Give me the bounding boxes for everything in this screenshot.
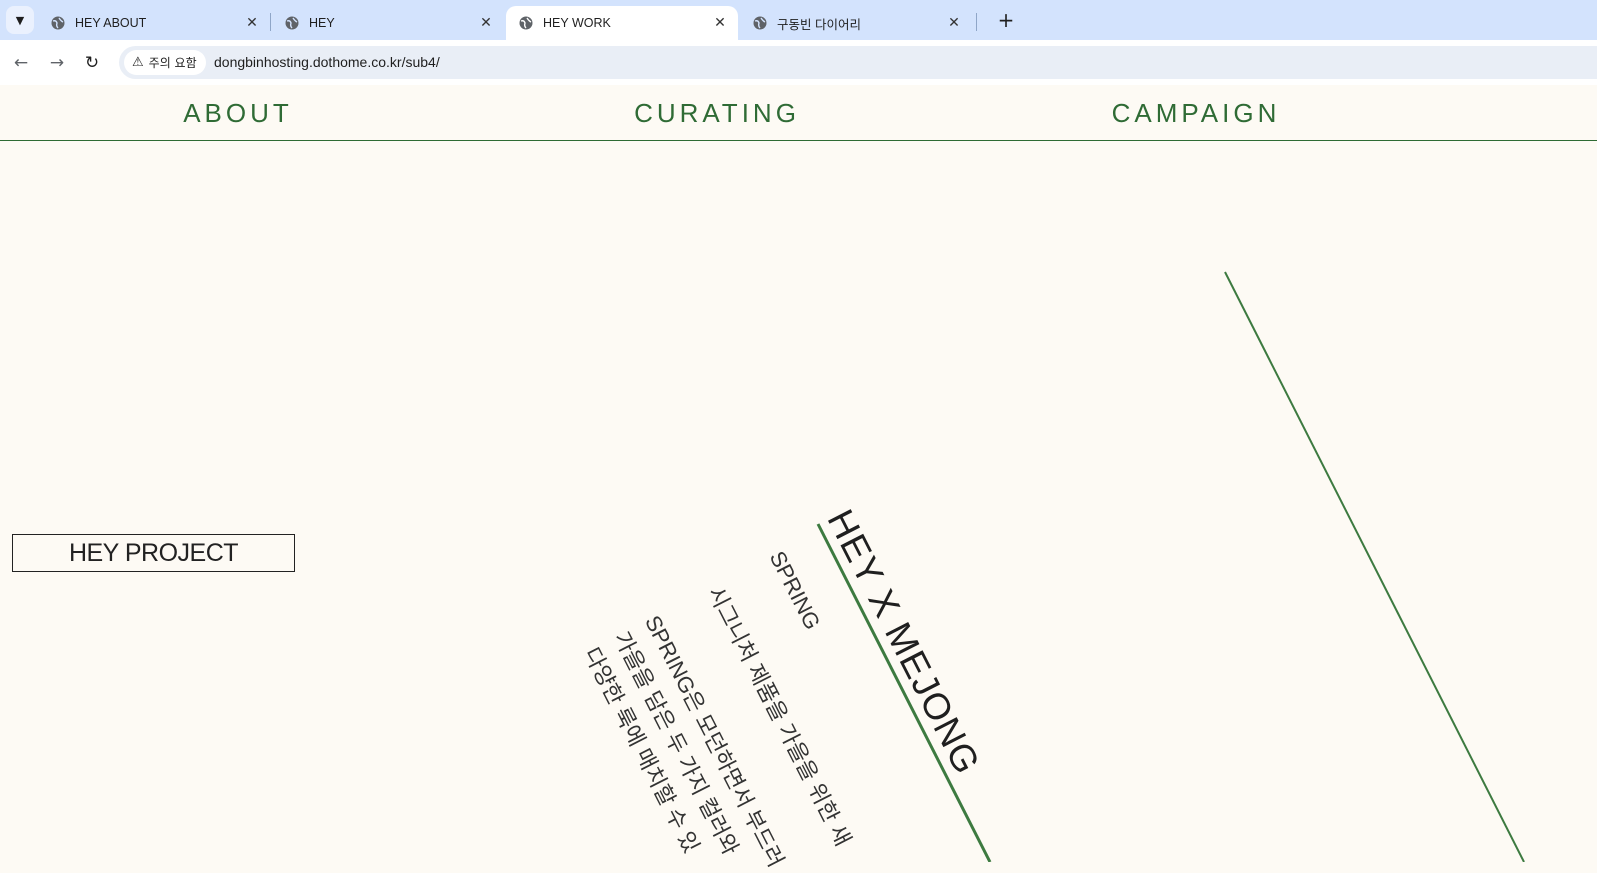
close-icon[interactable]: ✕ bbox=[712, 15, 728, 31]
feature-subtitle: SPRING bbox=[764, 547, 826, 634]
browser-toolbar: ← → ↻ ⚠ 주의 요함 dongbinhosting.dothome.co.… bbox=[0, 40, 1597, 85]
diagonal-line-right bbox=[1224, 271, 1525, 862]
site-navigation: ABOUT CURATING CAMPAIGN bbox=[0, 85, 1597, 141]
reload-icon: ↻ bbox=[84, 53, 100, 73]
globe-icon bbox=[285, 16, 299, 30]
tab-hey-about[interactable]: HEY ABOUT ✕ bbox=[38, 6, 270, 40]
nav-campaign[interactable]: CAMPAIGN bbox=[1112, 85, 1281, 141]
globe-icon bbox=[753, 16, 767, 30]
url-text[interactable]: dongbinhosting.dothome.co.kr/sub4/ bbox=[214, 46, 440, 79]
tab-title: HEY WORK bbox=[543, 16, 611, 30]
nav-curating[interactable]: CURATING bbox=[634, 85, 800, 141]
tab-strip: ▼ HEY ABOUT ✕ HEY ✕ HEY WORK ✕ 구동빈 다이어리 … bbox=[0, 0, 1597, 40]
address-bar[interactable]: ⚠ 주의 요함 dongbinhosting.dothome.co.kr/sub… bbox=[119, 46, 1597, 79]
site-security-chip[interactable]: ⚠ 주의 요함 bbox=[124, 50, 206, 75]
globe-icon bbox=[519, 16, 533, 30]
close-icon[interactable]: ✕ bbox=[946, 15, 962, 31]
feature-title: HEY X MEJONG bbox=[819, 503, 989, 781]
arrow-left-icon: ← bbox=[13, 53, 29, 73]
security-label: 주의 요함 bbox=[148, 56, 197, 70]
tab-title: 구동빈 다이어리 bbox=[777, 17, 861, 32]
tab-divider bbox=[270, 13, 271, 31]
tab-diary[interactable]: 구동빈 다이어리 ✕ bbox=[740, 6, 972, 40]
tab-hey[interactable]: HEY ✕ bbox=[272, 6, 504, 40]
globe-icon bbox=[51, 16, 65, 30]
tab-title: HEY ABOUT bbox=[75, 16, 147, 30]
reload-button[interactable]: ↻ bbox=[80, 51, 104, 75]
plus-icon: + bbox=[997, 8, 1015, 32]
tab-title: HEY bbox=[309, 16, 335, 30]
close-icon[interactable]: ✕ bbox=[478, 15, 494, 31]
warning-icon: ⚠ bbox=[132, 55, 144, 70]
tab-search-button[interactable]: ▼ bbox=[6, 6, 34, 34]
nav-about[interactable]: ABOUT bbox=[183, 85, 293, 141]
arrow-right-icon: → bbox=[49, 53, 65, 73]
tab-divider bbox=[976, 13, 977, 31]
tab-hey-work[interactable]: HEY WORK ✕ bbox=[506, 6, 738, 40]
new-tab-button[interactable]: + bbox=[994, 8, 1018, 32]
back-button[interactable]: ← bbox=[9, 51, 33, 75]
forward-button[interactable]: → bbox=[45, 51, 69, 75]
close-icon[interactable]: ✕ bbox=[244, 15, 260, 31]
hey-project-button[interactable]: HEY PROJECT bbox=[12, 534, 295, 572]
chevron-down-icon: ▼ bbox=[15, 13, 25, 27]
